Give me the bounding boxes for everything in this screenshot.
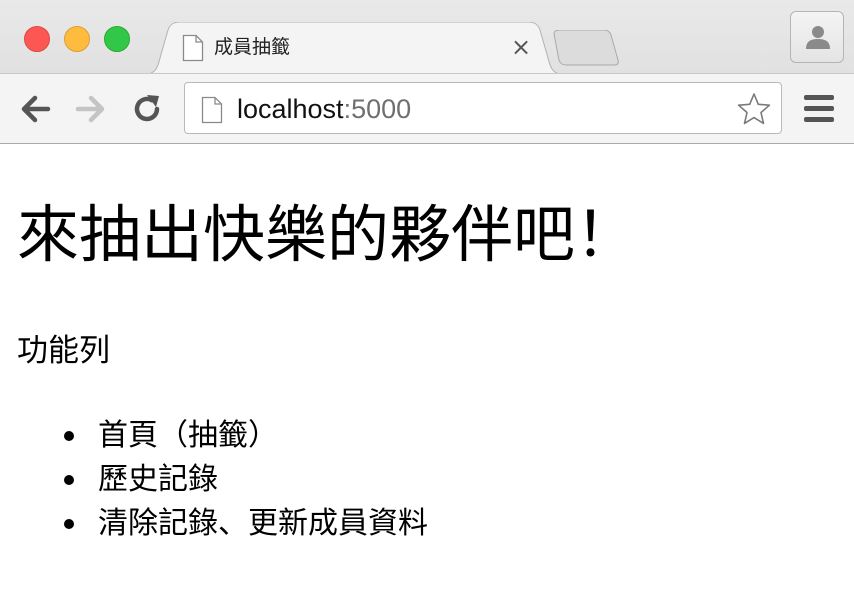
tab-close-icon[interactable]: × [508, 34, 534, 60]
nav-list: 首頁（抽籤） 歷史記錄 清除記錄、更新成員資料 [0, 414, 428, 546]
browser-tab-active[interactable]: 成員抽籤 × [146, 22, 562, 74]
url-text[interactable]: localhost:5000 [237, 94, 411, 124]
forward-arrow-icon[interactable] [74, 92, 108, 126]
url-host: localhost [237, 94, 344, 124]
address-bar[interactable]: localhost:5000 [184, 82, 782, 134]
page-icon [182, 34, 204, 67]
tab-shape [146, 22, 562, 74]
star-icon[interactable] [737, 92, 771, 126]
page-content: 來抽出快樂的夥伴吧！ 功能列 首頁（抽籤） 歷史記錄 清除記錄、更新成員資料 [0, 144, 854, 592]
page-icon [201, 96, 223, 129]
reload-icon[interactable] [130, 92, 164, 126]
url-port: :5000 [343, 94, 412, 124]
back-arrow-icon[interactable] [18, 92, 52, 126]
nav-item-clear-update[interactable]: 清除記錄、更新成員資料 [64, 502, 428, 546]
window-close-button[interactable] [24, 26, 50, 52]
window-maximize-button[interactable] [104, 26, 130, 52]
tab-strip: 成員抽籤 × [0, 0, 854, 74]
new-tab-button[interactable] [552, 30, 620, 66]
window-minimize-button[interactable] [64, 26, 90, 52]
person-icon [806, 26, 830, 49]
browser-chrome: 成員抽籤 × localhost:5000 [0, 0, 854, 144]
tab-title: 成員抽籤 [214, 36, 291, 58]
nav-item-history[interactable]: 歷史記錄 [64, 458, 428, 502]
profile-button[interactable] [790, 11, 844, 63]
browser-toolbar: localhost:5000 [0, 73, 854, 143]
nav-item-home[interactable]: 首頁（抽籤） [64, 414, 428, 458]
hamburger-menu-icon[interactable] [802, 94, 836, 124]
nav-section-title: 功能列 [17, 333, 110, 369]
page-heading: 來抽出快樂的夥伴吧！ [17, 198, 638, 271]
